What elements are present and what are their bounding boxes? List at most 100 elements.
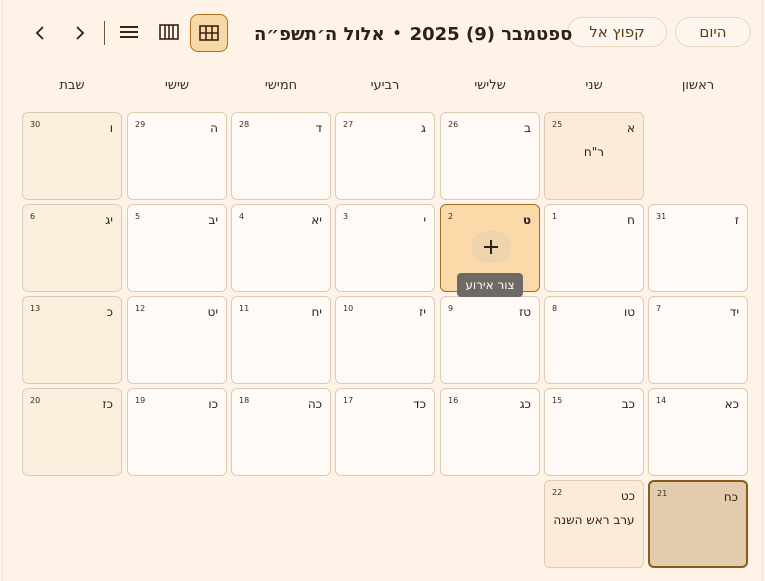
create-event-tooltip: צור אירוע [457,273,523,297]
hebrew-date: יא [311,213,322,227]
holiday-label: ר"ח [583,145,605,159]
gregorian-date: 13 [30,304,41,313]
gregorian-date: 4 [239,212,245,221]
day-cell[interactable]: יא 4 [231,204,331,292]
day-cell[interactable]: יג 6 [22,204,122,292]
day-cell[interactable]: ו 30 [22,112,122,200]
gregorian-date: 21 [657,489,668,498]
day-cell[interactable]: טז 9 [440,296,540,384]
hebrew-date: טז [519,305,531,319]
gregorian-date: 9 [448,304,454,313]
title-hebrew-month: אלול ה׳תשפ״ה [254,23,385,45]
prev-month-button[interactable] [30,22,50,44]
day-cell[interactable]: כט 22 ערב ראש השנה [544,480,644,568]
hebrew-date: א [626,121,635,135]
hebrew-date: טו [623,305,635,319]
day-cell[interactable]: יד 7 [648,296,748,384]
gregorian-date: 18 [239,396,250,405]
hebrew-date: כג [519,397,531,411]
day-cell[interactable]: יח 11 [231,296,331,384]
hebrew-date: כו [208,397,218,411]
gregorian-date: 6 [30,212,36,221]
weekday-friday: שישי [164,78,190,93]
hebrew-date: ו [109,121,113,135]
weekday-tuesday: שלישי [474,78,506,93]
day-cell[interactable]: ג 27 [335,112,435,200]
day-cell[interactable]: כ 13 [22,296,122,384]
hebrew-date: ט [522,213,531,227]
plus-icon [484,240,498,254]
list-icon [120,26,138,38]
gregorian-date: 30 [30,120,41,129]
hebrew-date: ג [421,121,426,135]
gregorian-date: 28 [239,120,250,129]
hebrew-date: כח [723,490,738,504]
day-cell[interactable]: טו 8 [544,296,644,384]
hebrew-date: כב [621,397,635,411]
today-button[interactable]: היום [675,17,751,47]
day-cell[interactable]: ז 31 [648,204,748,292]
gregorian-date: 15 [552,396,563,405]
gregorian-date: 12 [135,304,146,313]
gregorian-date: 7 [656,304,662,313]
gregorian-date: 5 [135,212,141,221]
weekday-sunday: ראשון [681,78,715,93]
gregorian-date: 22 [552,488,563,497]
gregorian-date: 14 [656,396,667,405]
hebrew-date: כט [620,489,635,503]
title-separator: • [392,26,402,42]
gregorian-date: 2 [448,212,454,221]
weekday-monday: שני [585,78,603,93]
hebrew-date: יט [207,305,218,319]
hebrew-date: ז [734,213,739,227]
hebrew-date: יד [729,305,739,319]
day-cell[interactable]: כא 14 [648,388,748,476]
day-cell[interactable]: יז 10 [335,296,435,384]
hebrew-date: ח [627,213,635,227]
gregorian-date: 16 [448,396,459,405]
day-cell[interactable]: א 25 ר"ח [544,112,644,200]
day-cell-selected[interactable]: כח 21 [648,480,748,568]
gregorian-date: 19 [135,396,146,405]
day-cell[interactable]: יט 12 [127,296,227,384]
list-view-button[interactable] [113,15,145,49]
hebrew-date: יז [419,305,426,319]
day-cell[interactable]: ה 29 [127,112,227,200]
hebrew-date: יג [105,213,113,227]
title-gregorian-month: ספטמבר (9) 2025 [409,23,573,45]
hebrew-date: כז [102,397,114,411]
add-event-button[interactable] [471,231,511,263]
jump-to-button[interactable]: קפוץ אל [567,17,667,47]
gregorian-date: 26 [448,120,459,129]
weekday-saturday: שבת [59,78,85,93]
chevron-left-icon [35,26,44,40]
day-cell[interactable]: ב 26 [440,112,540,200]
gregorian-date: 31 [656,212,667,221]
hebrew-date: יב [208,213,218,227]
hebrew-date: ד [315,121,322,135]
day-cell[interactable]: יב 5 [127,204,227,292]
grid-icon [199,25,219,41]
hebrew-date: כ [106,305,113,319]
day-cell[interactable]: כב 15 [544,388,644,476]
day-cell[interactable]: י3 [335,204,435,292]
day-cell[interactable]: כז 20 [22,388,122,476]
week-view-button[interactable] [153,15,185,49]
hebrew-date: י [423,213,426,227]
gregorian-date: 11 [239,304,250,313]
hebrew-date: ב [524,121,531,135]
day-cell[interactable]: כד 17 [335,388,435,476]
next-month-button[interactable] [70,22,90,44]
day-cell[interactable]: ד 28 [231,112,331,200]
day-cell[interactable]: כג 16 [440,388,540,476]
hebrew-date: כד [413,397,426,411]
holiday-label: ערב ראש השנה [553,513,635,527]
month-view-button[interactable] [190,14,228,52]
gregorian-date: 8 [552,304,558,313]
weekday-wednesday: רביעי [370,78,400,93]
day-cell[interactable]: ח1 [544,204,644,292]
day-cell[interactable]: כו 19 [127,388,227,476]
gregorian-date: 29 [135,120,146,129]
day-cell[interactable]: כה 18 [231,388,331,476]
hebrew-date: כה [307,397,322,411]
